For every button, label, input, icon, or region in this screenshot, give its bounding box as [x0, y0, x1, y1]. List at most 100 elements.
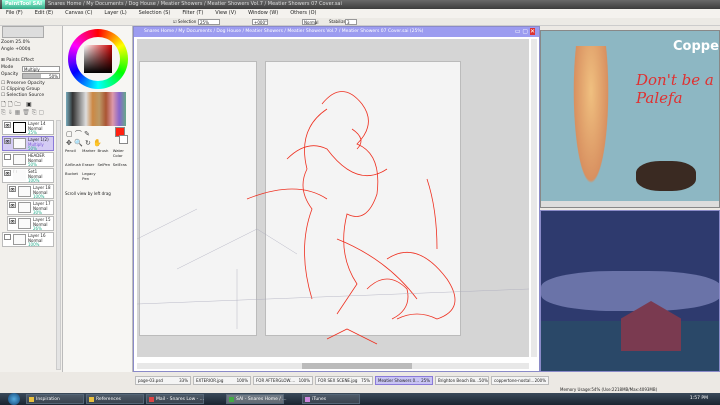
- secondary-color[interactable]: [119, 135, 128, 144]
- layer-action-buttons[interactable]: ⎘ ⇓ ▦ 🗑 ⎘ ▢: [1, 110, 44, 116]
- tool-legacy-pen[interactable]: Legacy Pen: [82, 171, 96, 184]
- taskbar-item[interactable]: Inspiration: [26, 394, 84, 404]
- taskbar-item[interactable]: Mail - Snares Low - ...: [146, 394, 204, 404]
- color-swatches[interactable]: [66, 92, 126, 126]
- ref1-hscrollbar[interactable]: [541, 201, 719, 207]
- layer-item[interactable]: 👁 Layer 14 Normal 25%: [2, 120, 54, 135]
- menu-selection[interactable]: Selection (S): [133, 9, 177, 18]
- tool-brush[interactable]: Brush: [97, 148, 111, 161]
- layer-buttons[interactable]: 🗋 🗋 🗀 ▣: [1, 102, 32, 108]
- tool-marker[interactable]: Marker: [82, 148, 96, 161]
- tab-zoom: 25%: [421, 378, 430, 383]
- eye-icon[interactable]: [4, 154, 11, 160]
- menu-filter[interactable]: Filter (T): [176, 9, 209, 18]
- tab-document-active[interactable]: Meatier Showers 0... 25%: [375, 376, 433, 385]
- tool-selpen[interactable]: SelPen: [97, 162, 111, 170]
- canvas-hscrollbar[interactable]: [137, 363, 529, 369]
- menu-window[interactable]: Window (W): [242, 9, 284, 18]
- tab-document[interactable]: FOR AFTERGLOW.... 100%: [253, 376, 313, 385]
- tab-zoom: 33%: [179, 378, 188, 383]
- taskbar-item[interactable]: iTunes: [302, 394, 360, 404]
- tab-document[interactable]: coppertone-nostal... 200%: [491, 376, 549, 385]
- tool-airbrush[interactable]: AirBrush: [65, 162, 81, 170]
- tab-name: FOR SEX SCENE.jpg: [318, 378, 358, 383]
- opacity-slider[interactable]: 50%: [22, 73, 60, 79]
- canvas-title: Snares Home / My Documents / Dog House /…: [134, 27, 539, 37]
- menu-file[interactable]: File (F): [0, 9, 29, 18]
- zoom-value[interactable]: 25.0%: [15, 40, 29, 45]
- layer-opacity: 50%: [28, 162, 37, 167]
- color-wheel[interactable]: [68, 29, 128, 89]
- eye-icon[interactable]: 👁: [9, 186, 16, 192]
- layer-opacity: 25%: [28, 130, 37, 135]
- canvas-vscrollbar[interactable]: [531, 39, 537, 357]
- tool-eraser[interactable]: Eraser: [82, 162, 96, 170]
- document-tabs: page-03.psd 33% EXTERIOR.jpg 100% FOR AFTE…: [135, 376, 555, 386]
- taskbar-label: Mail - Snares Low - ...: [156, 397, 205, 402]
- selection-source-checkbox[interactable]: ☐ Selection Source: [1, 93, 44, 99]
- menu-view[interactable]: View (V): [209, 9, 242, 18]
- eye-icon[interactable]: [4, 234, 11, 240]
- eye-icon[interactable]: 👁: [4, 138, 11, 144]
- tab-zoom: 100%: [298, 378, 310, 383]
- eye-icon[interactable]: 👁: [9, 218, 16, 224]
- tool-pencil[interactable]: Pencil: [65, 148, 81, 161]
- tab-zoom: 100%: [236, 378, 248, 383]
- menu-edit[interactable]: Edit (E): [29, 9, 59, 18]
- reference-window-coppertone[interactable]: Copper Don't be a Palefa: [540, 30, 720, 208]
- tab-document[interactable]: Brighton Beach Bo... 50%: [435, 376, 489, 385]
- tab-document[interactable]: EXTERIOR.jpg 100%: [193, 376, 251, 385]
- taskbar-item-active[interactable]: SAI - Snares Home / ...: [226, 394, 287, 404]
- tab-document[interactable]: FOR SEX SCENE.jpg 75%: [315, 376, 373, 385]
- blend-mode-button[interactable]: Normal: [302, 19, 318, 25]
- start-button[interactable]: [8, 393, 20, 405]
- reference-window-barn[interactable]: [540, 210, 720, 372]
- stabilizer-select[interactable]: 3: [345, 19, 357, 25]
- selection-tools[interactable]: ▢ ⌒ ✎ ✥ 🔍 ↻ ✋: [66, 129, 106, 147]
- drawing-canvas[interactable]: [137, 39, 529, 357]
- layer-opacity: 26%: [33, 226, 42, 231]
- selection-source-label: Selection Source: [6, 93, 45, 98]
- taskbar-item[interactable]: References: [86, 394, 144, 404]
- zoom-select[interactable]: 25%: [198, 19, 220, 25]
- tool-hint: Scroll view by left drag: [65, 191, 111, 196]
- taskbar-label: Inspiration: [36, 397, 60, 402]
- menu-others[interactable]: Others (O): [284, 9, 322, 18]
- tab-name: EXTERIOR.jpg: [196, 378, 224, 383]
- tab-zoom: 50%: [479, 378, 488, 383]
- eye-icon[interactable]: 👁: [9, 202, 16, 208]
- menu-layer[interactable]: Layer (L): [98, 9, 132, 18]
- tool-panel: ▢ ⌒ ✎ ✥ 🔍 ↻ ✋ Pencil Marker Brush Water C…: [63, 26, 133, 372]
- tool-bucket[interactable]: Bucket: [65, 171, 81, 184]
- dog-illustration: [636, 161, 696, 191]
- angle-value[interactable]: +000$: [15, 47, 30, 52]
- clock[interactable]: 1:57 PM: [690, 396, 708, 401]
- color-square[interactable]: [84, 45, 112, 73]
- layer-item[interactable]: 👁 Layer 18 Normal 100%: [7, 184, 54, 199]
- menu-canvas[interactable]: Canvas (C): [59, 9, 98, 18]
- angle-select[interactable]: +000°: [252, 19, 268, 25]
- layer-folder[interactable]: 👁 🗀 Set1 Normal 100%: [2, 168, 54, 183]
- folder-icon: 🗀: [13, 169, 26, 181]
- layer-item[interactable]: 👁 Layer 15 Normal 26%: [7, 216, 54, 231]
- eye-icon[interactable]: 👁: [4, 170, 11, 176]
- navigator-preview[interactable]: [2, 26, 44, 38]
- window-controls[interactable]: ▭ ▢ ✕: [515, 28, 535, 35]
- eye-icon[interactable]: 👁: [4, 122, 11, 128]
- opacity-label: Opacity: [1, 72, 19, 77]
- layer-item[interactable]: HEADER Normal 50%: [2, 152, 54, 167]
- tool-seleras[interactable]: SelEras: [113, 162, 127, 170]
- layer-scrollbar[interactable]: [56, 120, 61, 370]
- tab-name: page-03.psd: [138, 378, 163, 383]
- layer-item-selected[interactable]: 👁 Layer 1(2) Multiply 50%: [2, 136, 54, 151]
- mode-select[interactable]: Multiply: [22, 66, 60, 72]
- taskbar-label: SAI - Snares Home / ...: [236, 397, 287, 402]
- layer-item[interactable]: Layer 16 Normal 100%: [2, 232, 54, 247]
- layer-item[interactable]: 👁 Layer 17 Normal 30%: [7, 200, 54, 215]
- paints-effect-header[interactable]: ⊞ Paints Effect: [1, 58, 34, 64]
- selection-checkbox[interactable]: ☑ Selection: [172, 19, 197, 25]
- tab-document[interactable]: page-03.psd 33%: [135, 376, 191, 385]
- tool-watercolor[interactable]: Water Color: [113, 148, 127, 161]
- tab-zoom: 75%: [361, 378, 370, 383]
- layer-panel: Zoom 25.0% Angle +000$ ⊞ Paints Effect M…: [0, 26, 63, 372]
